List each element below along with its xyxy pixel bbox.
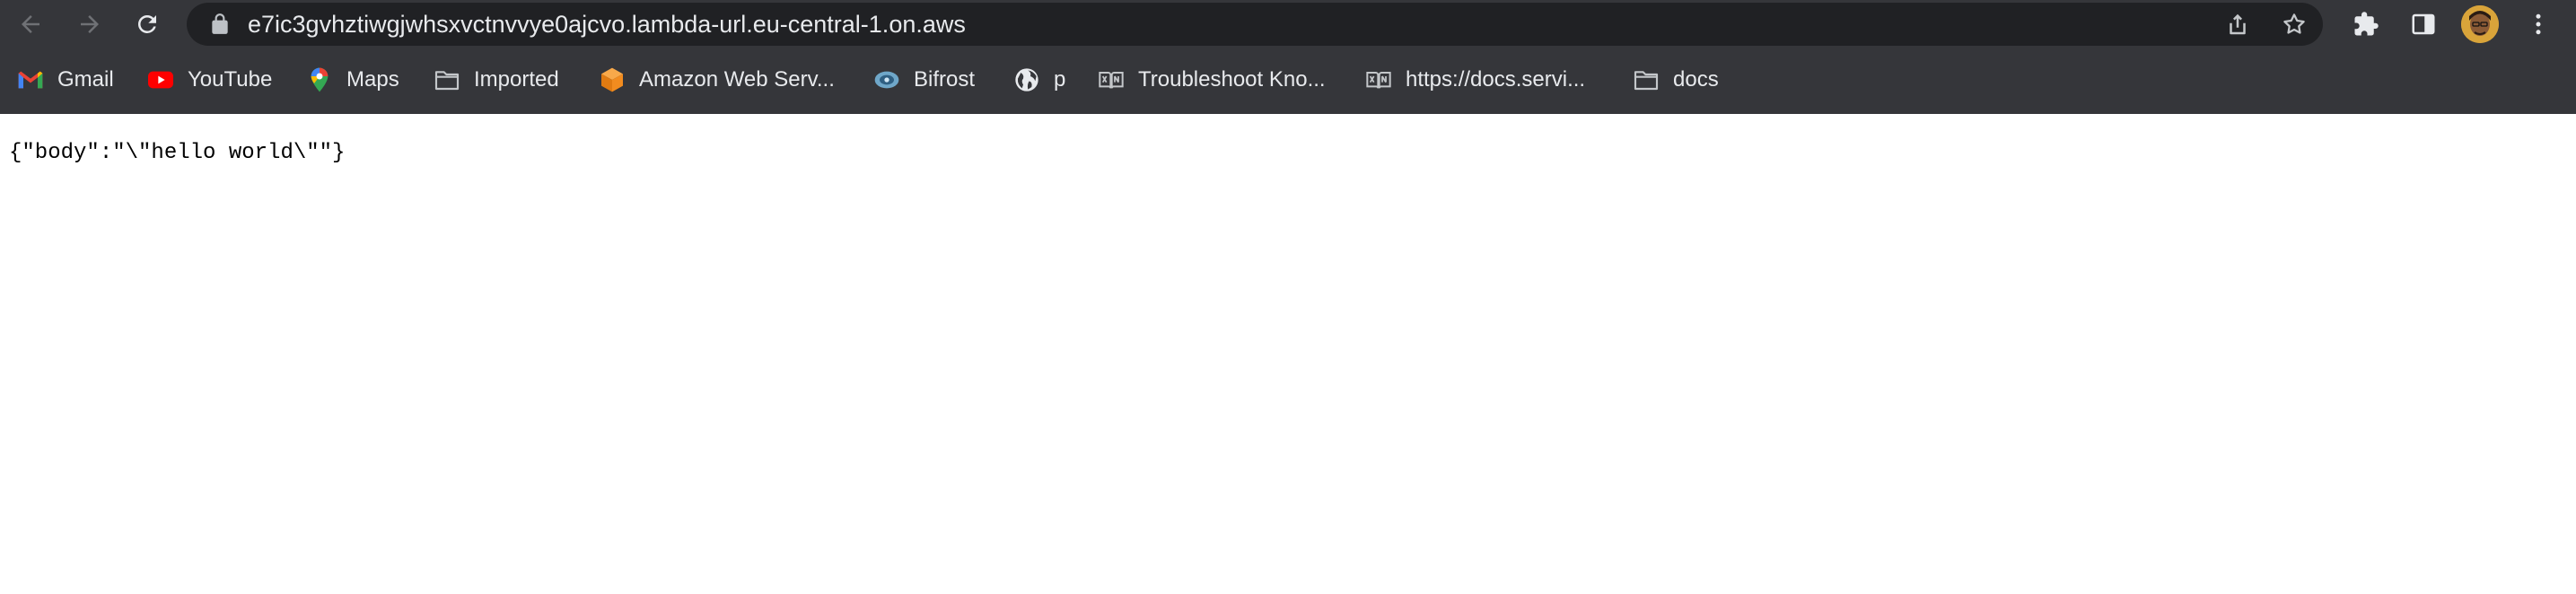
page-content: {"body":"\"hello world\""}	[0, 114, 2576, 594]
bookmarks-bar: Gmail YouTube Maps Imported Amazon Web S…	[0, 56, 2576, 104]
bookmark-gmail[interactable]: Gmail	[16, 56, 114, 104]
bookmark-aws[interactable]: Amazon Web Serv...	[598, 56, 835, 104]
back-button[interactable]	[9, 3, 52, 46]
bookmark-label: p	[1054, 67, 1066, 92]
bookmark-label: Bifrost	[914, 67, 976, 92]
bookmark-youtube[interactable]: YouTube	[146, 56, 272, 104]
browser-menu-button[interactable]	[2517, 3, 2560, 46]
side-panel-icon	[2412, 13, 2435, 35]
star-icon	[2283, 13, 2305, 34]
extensions-button[interactable]	[2344, 3, 2388, 46]
address-bar[interactable]: e7ic3gvhztiwgjwhsxvctnvvye0ajcvo.lambda-…	[187, 3, 2323, 46]
profile-avatar[interactable]	[2461, 5, 2499, 43]
bifrost-icon	[872, 66, 901, 94]
kebab-menu-icon	[2536, 13, 2541, 35]
share-button[interactable]	[2222, 9, 2253, 39]
side-panel-button[interactable]	[2402, 3, 2445, 46]
avatar-icon	[2461, 5, 2499, 43]
reload-icon	[137, 14, 156, 33]
book-icon	[1097, 66, 1126, 94]
bookmark-maps[interactable]: Maps	[305, 56, 399, 104]
bookmark-troubleshoot[interactable]: Troubleshoot Kno...	[1097, 56, 1326, 104]
bookmark-p[interactable]: p	[1012, 56, 1065, 104]
bookmark-label: https://docs.servi...	[1406, 67, 1586, 92]
response-body-text: {"body":"\"hello world\""}	[9, 141, 346, 165]
bookmark-label: Maps	[346, 67, 399, 92]
bookmark-label: YouTube	[188, 67, 273, 92]
browser-chrome: e7ic3gvhztiwgjwhsxvctnvvye0ajcvo.lambda-…	[0, 0, 2576, 114]
arrow-right-icon	[81, 15, 99, 33]
share-icon	[2230, 13, 2246, 35]
lock-icon[interactable]	[208, 13, 232, 36]
bookmark-docs-servicenow[interactable]: https://docs.servi...	[1364, 56, 1585, 104]
folder-icon	[1632, 66, 1660, 94]
folder-icon	[433, 66, 461, 94]
bookmark-label: Amazon Web Serv...	[639, 67, 835, 92]
aws-cube-icon	[598, 66, 626, 94]
maps-pin-icon	[305, 66, 334, 94]
bookmark-folder-imported[interactable]: Imported	[433, 56, 559, 104]
bookmark-folder-docs[interactable]: docs	[1632, 56, 1719, 104]
bookmark-label: Troubleshoot Kno...	[1138, 67, 1326, 92]
bookmark-star-button[interactable]	[2279, 9, 2309, 39]
arrow-left-icon	[22, 15, 39, 33]
book-icon	[1364, 66, 1393, 94]
gmail-icon	[16, 66, 45, 94]
globe-icon	[1012, 66, 1041, 94]
bookmark-label: Gmail	[57, 67, 114, 92]
url-text[interactable]: e7ic3gvhztiwgjwhsxvctnvvye0ajcvo.lambda-…	[248, 3, 966, 46]
bookmark-label: Imported	[474, 67, 559, 92]
forward-button[interactable]	[68, 3, 111, 46]
reload-button[interactable]	[126, 3, 169, 46]
bookmark-label: docs	[1673, 67, 1719, 92]
bookmark-bifrost[interactable]: Bifrost	[872, 56, 975, 104]
puzzle-icon	[2354, 12, 2379, 36]
youtube-icon	[146, 66, 175, 94]
browser-toolbar: e7ic3gvhztiwgjwhsxvctnvvye0ajcvo.lambda-…	[0, 0, 2576, 48]
